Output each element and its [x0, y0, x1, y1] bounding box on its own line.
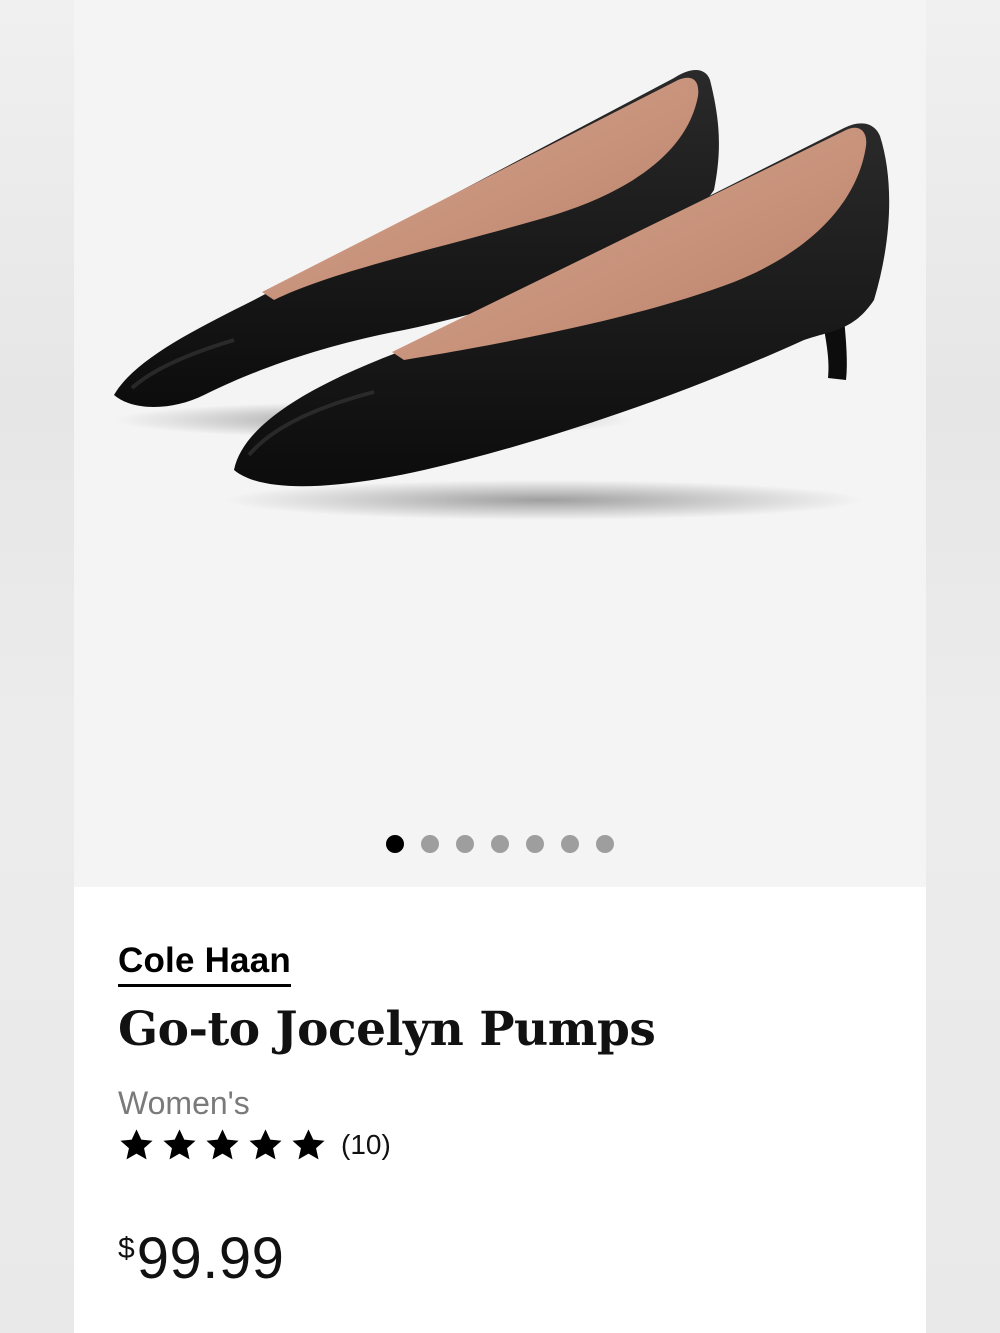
- carousel-dot[interactable]: [456, 835, 474, 853]
- review-count[interactable]: (10): [341, 1125, 391, 1165]
- carousel-dot[interactable]: [421, 835, 439, 853]
- star-icon: [292, 1128, 325, 1159]
- backdrop-left: [0, 0, 74, 1333]
- rating-summary[interactable]: (10): [118, 1125, 391, 1165]
- carousel-dot[interactable]: [561, 835, 579, 853]
- rating-stars: [118, 1127, 327, 1164]
- product-image-gallery[interactable]: [74, 0, 926, 887]
- carousel-dot[interactable]: [491, 835, 509, 853]
- product-gender: Women's: [118, 1085, 250, 1121]
- price-currency: $: [118, 1232, 135, 1265]
- product-card: Cole Haan Go-to Jocelyn Pumps Women's (1…: [74, 0, 926, 1333]
- brand-link[interactable]: Cole Haan: [118, 941, 291, 987]
- star-icon: [206, 1128, 239, 1159]
- backdrop-right: [926, 0, 1000, 1333]
- carousel-dot[interactable]: [596, 835, 614, 853]
- carousel-dot[interactable]: [386, 835, 404, 853]
- product-title: Go-to Jocelyn Pumps: [118, 1002, 656, 1057]
- price-amount: 99.99: [136, 1226, 285, 1291]
- star-icon: [249, 1128, 282, 1159]
- star-icon: [163, 1128, 196, 1159]
- product-price: $ 99.99: [118, 1225, 284, 1293]
- image-carousel-dots: [74, 834, 926, 854]
- star-icon: [120, 1128, 153, 1159]
- carousel-dot[interactable]: [526, 835, 544, 853]
- product-image[interactable]: [74, 0, 926, 800]
